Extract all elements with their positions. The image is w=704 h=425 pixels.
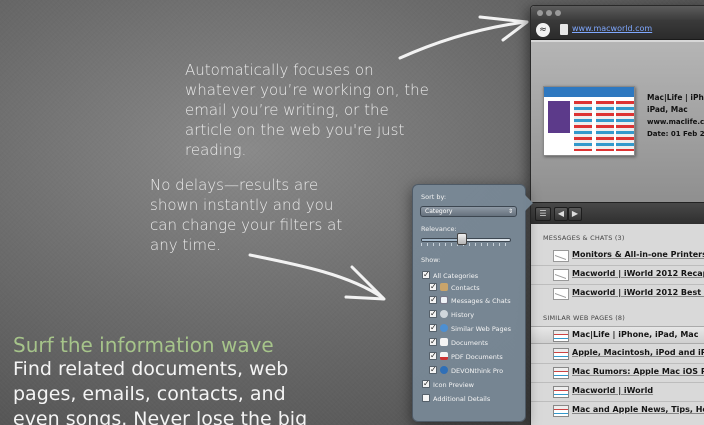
history-icon: [440, 310, 448, 318]
headline-body: Find related documents, web pages, email…: [13, 358, 308, 425]
envelope-icon: [553, 288, 569, 300]
arrow-to-filters: [248, 253, 385, 300]
thumbnail-column: [616, 101, 634, 151]
checkbox[interactable]: [429, 281, 437, 292]
app-logo-icon[interactable]: ≈: [536, 23, 550, 37]
web-icon: [440, 324, 448, 332]
webpage-thumbnail-icon: [553, 348, 569, 360]
show-label: Show:: [421, 256, 441, 264]
preview-title-line2: iPad, Mac: [647, 105, 688, 114]
webpage-thumbnail-icon: [553, 386, 569, 398]
checkbox[interactable]: [429, 350, 437, 361]
option-pdf-documents[interactable]: PDF Documents: [429, 350, 503, 363]
list-item-label: Macworld | iWorld 2012 Best of Show: [572, 288, 704, 297]
option-history[interactable]: History: [429, 308, 474, 321]
chevron-updown-icon: ⇕: [507, 208, 513, 215]
forward-arrow-icon[interactable]: ▶: [568, 207, 582, 221]
results-list: MESSAGES & CHATS (3) Monitors & All-in-o…: [531, 224, 704, 425]
checkbox[interactable]: [422, 378, 430, 389]
section-header-web-pages: SIMILAR WEB PAGES (8): [543, 314, 626, 322]
arrow-to-url-bar: [398, 20, 527, 60]
option-similar-web-pages[interactable]: Similar Web Pages: [429, 322, 511, 335]
arrow-head-url: [478, 15, 529, 42]
option-devonthink-pro[interactable]: DEVONthink Pro: [429, 364, 503, 377]
list-item-selected[interactable]: Mac|Life | iPhone, iPad, Mac: [531, 326, 704, 344]
webpage-thumbnail-icon: [553, 405, 569, 417]
callout-delays-text: No delays—results are shown instantly an…: [150, 176, 343, 254]
filter-list-button[interactable]: ☰: [535, 207, 551, 221]
list-item-label: Mac Rumors: Apple Mac iOS Rumors: [572, 367, 704, 376]
list-item-label: Apple, Macintosh, iPod and iPhone n: [572, 348, 704, 357]
list-item-label: Macworld | iWorld 2012 Recap — Mac: [572, 269, 704, 278]
preview-url: www.maclife.com: [647, 118, 704, 126]
checkbox[interactable]: [422, 269, 430, 280]
sort-by-value: Category: [425, 208, 453, 215]
pdf-icon: [440, 352, 448, 360]
webpage-thumbnail-icon: [553, 330, 569, 342]
zoom-window-button[interactable]: [555, 10, 561, 16]
checkbox[interactable]: [429, 308, 437, 319]
list-item[interactable]: Apple, Macintosh, iPod and iPhone n: [531, 345, 704, 363]
preview-date: Date: 01 Feb 20: [647, 130, 704, 138]
thumbnail-hero-image: [548, 101, 570, 133]
url-bar: ≈ www.macworld.com: [531, 20, 704, 40]
checkbox[interactable]: [429, 322, 437, 333]
minimize-window-button[interactable]: [546, 10, 552, 16]
close-window-button[interactable]: [537, 10, 543, 16]
app-window: ≈ www.macworld.com Mac|Life | iPhone iPa…: [530, 5, 704, 425]
contacts-icon: [440, 283, 448, 291]
envelope-icon: [553, 250, 569, 262]
results-toolbar: ☰ ◀ ▶: [531, 202, 704, 224]
sort-by-label: Sort by:: [421, 193, 447, 201]
list-item-label: Macworld | iWorld: [572, 386, 654, 395]
relevance-label: Relevance:: [421, 225, 457, 233]
headline-title: Surf the information wave: [13, 333, 274, 357]
filter-popover: Sort by: Category ⇕ Relevance: Show: All…: [412, 184, 533, 422]
relevance-slider-fill: [422, 239, 462, 241]
list-item-label: Monitors & All-in-one Printers – feat: [572, 250, 704, 259]
thumbnail-header: [544, 87, 634, 97]
documents-icon: [440, 338, 448, 346]
list-item[interactable]: Macworld | iWorld: [531, 383, 704, 401]
envelope-icon: [553, 269, 569, 281]
current-url-link[interactable]: www.macworld.com: [572, 24, 652, 33]
window-titlebar: [531, 6, 704, 20]
option-icon-preview[interactable]: Icon Preview: [422, 378, 474, 391]
page-thumbnail[interactable]: [543, 86, 635, 156]
list-item[interactable]: Mac and Apple News, Tips, Help and: [531, 402, 704, 420]
checkbox[interactable]: [429, 336, 437, 347]
mail-icon: [440, 296, 448, 304]
sort-by-select[interactable]: Category ⇕: [420, 206, 517, 217]
checkbox[interactable]: [429, 294, 437, 305]
option-messages-chats[interactable]: Messages & Chats: [429, 294, 511, 307]
document-icon: [560, 24, 568, 35]
list-item[interactable]: Macworld | iWorld 2012 Best of Show: [531, 285, 704, 303]
checkbox[interactable]: [429, 364, 437, 375]
list-item-label: Mac|Life | iPhone, iPad, Mac: [572, 330, 699, 339]
callout-focus-text: Automatically focuses on whatever you’re…: [185, 61, 429, 159]
relevance-slider-knob[interactable]: [456, 233, 467, 245]
back-arrow-icon[interactable]: ◀: [554, 207, 568, 221]
preview-info: Mac|Life | iPhone iPad, Mac www.maclife.…: [647, 92, 704, 140]
list-item-label: Mac and Apple News, Tips, Help and: [572, 405, 704, 414]
thumbnail-column: [574, 101, 592, 151]
preview-title-line1: Mac|Life | iPhone: [647, 93, 704, 102]
option-additional-details[interactable]: Additional Details: [422, 394, 490, 405]
list-item[interactable]: Mac Rumors: Apple Mac iOS Rumors: [531, 364, 704, 382]
page-preview: Mac|Life | iPhone iPad, Mac www.maclife.…: [531, 42, 704, 202]
checkbox[interactable]: [422, 394, 430, 402]
webpage-thumbnail-icon: [553, 367, 569, 379]
section-header-messages: MESSAGES & CHATS (3): [543, 234, 625, 242]
thumbnail-column: [596, 101, 614, 151]
devonthink-icon: [440, 366, 448, 374]
list-item[interactable]: Monitors & All-in-one Printers – feat: [531, 247, 704, 265]
option-documents[interactable]: Documents: [429, 336, 488, 349]
headline-block: Surf the information wave Find related d…: [13, 333, 333, 425]
list-item[interactable]: Macworld | iWorld 2012 Recap — Mac: [531, 266, 704, 284]
arrow-head-filters: [344, 265, 386, 301]
option-contacts[interactable]: Contacts: [429, 281, 480, 294]
